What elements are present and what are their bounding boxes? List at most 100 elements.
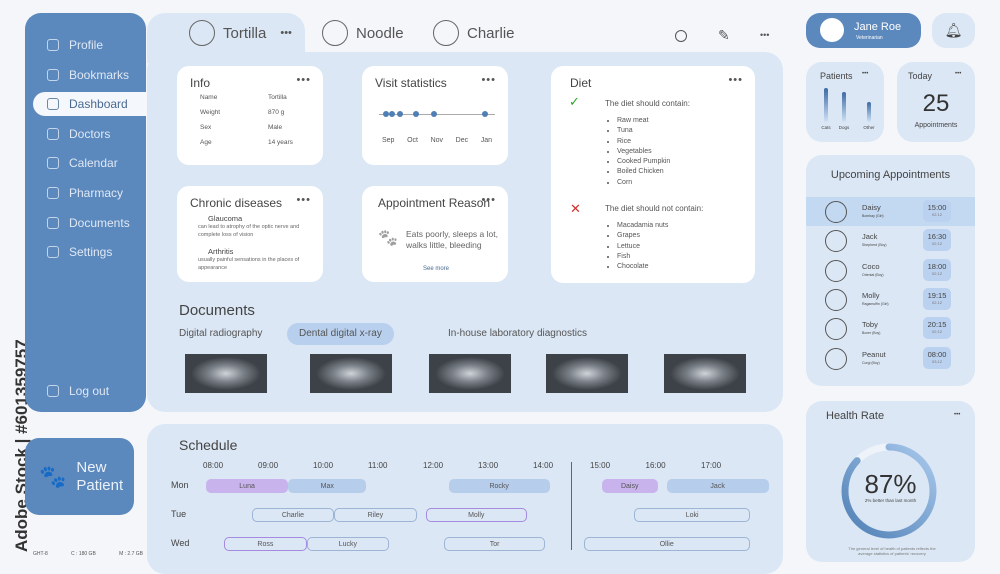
appointment-time: 16:30 02.12 <box>923 229 951 252</box>
appointment-time: 08:00 03.12 <box>923 346 951 369</box>
more-icon[interactable]: ••• <box>296 194 311 206</box>
xray-thumbnail[interactable] <box>310 354 392 393</box>
xray-thumbnail[interactable] <box>664 354 746 393</box>
bookmark-icon <box>47 68 59 81</box>
more-icon[interactable]: ••• <box>862 71 868 77</box>
schedule-event[interactable]: Molly <box>425 508 527 522</box>
appointment-item[interactable]: Peanut Corgi (Boy) 08:00 03.12 <box>806 344 975 373</box>
new-patient-button[interactable]: 🐾 New Patient <box>25 438 134 515</box>
pet-icon <box>825 318 847 341</box>
info-row: Sex Male <box>200 124 283 131</box>
appointment-item[interactable]: Molly Ragamuffin (Girl) 19:15 02.12 <box>806 285 975 314</box>
diet-item: Grapes <box>617 231 668 241</box>
see-more-link[interactable]: See more <box>423 266 449 272</box>
user-profile-button[interactable]: Jane Roe Veterinarian <box>806 13 921 48</box>
day-label: Mon <box>171 480 189 490</box>
schedule-event[interactable]: Jack <box>666 479 769 493</box>
more-icon[interactable]: ••• <box>955 71 961 77</box>
schedule-event[interactable]: Lucky <box>306 537 390 551</box>
pet-icon <box>825 230 847 253</box>
diet-item: Boiled Chicken <box>617 167 670 177</box>
tab-tortilla[interactable]: Tortilla ••• <box>189 20 292 46</box>
xray-thumbnail[interactable] <box>429 354 511 393</box>
more-icon[interactable]: ••• <box>954 412 960 418</box>
schedule-event[interactable]: Daisy <box>602 479 658 493</box>
user-icon <box>47 39 59 51</box>
time-label: 10:00 <box>313 461 334 470</box>
doctor-icon <box>47 127 59 140</box>
search-icon[interactable] <box>675 30 687 42</box>
check-icon: ✓ <box>569 94 580 109</box>
schedule-event[interactable]: Ross <box>224 537 307 551</box>
schedule-event[interactable]: Max <box>288 479 367 493</box>
time-label: 12:00 <box>423 461 444 470</box>
logout-icon <box>47 385 59 397</box>
notifications-button[interactable]: 🔔︎ <box>932 13 975 48</box>
time-label: 11:00 <box>368 461 388 470</box>
sidebar-item-dashboard[interactable]: Dashboard <box>33 92 146 117</box>
dog-icon <box>322 20 348 46</box>
tab-charlie[interactable]: Charlie <box>433 20 515 46</box>
visit-dot <box>413 111 419 117</box>
appointment-item[interactable]: Toby Boxer (Boy) 20:15 02.12 <box>806 314 975 343</box>
sidebar-item-pharmacy[interactable]: Pharmacy <box>33 181 146 205</box>
schedule-event[interactable]: Riley <box>334 508 417 522</box>
sidebar-item-profile[interactable]: Profile <box>33 33 146 57</box>
info-row: Age 14 years <box>200 139 293 146</box>
disease-item: Glaucoma can lead to atrophy of the optic… <box>198 214 300 238</box>
document-tab[interactable]: In-house laboratory diagnostics <box>448 323 587 345</box>
chronic-diseases-card: Chronic diseases ••• Glaucoma can lead to … <box>177 186 323 282</box>
more-icon[interactable]: ••• <box>481 74 496 86</box>
paw-icon: 🐾 <box>378 230 398 247</box>
documents-title: Documents <box>179 302 255 319</box>
patients-card: Patients ••• Cats Dogs Other <box>806 62 884 142</box>
pet-icon <box>825 288 847 311</box>
appointment-item[interactable]: Coco Oriental (Boy) 18:00 02.12 <box>806 256 975 285</box>
appointment-item[interactable]: Daisy Bombay (Girl) 15:00 02.12 <box>806 197 975 226</box>
schedule-event[interactable]: Loki <box>634 508 750 522</box>
schedule-event[interactable]: Tor <box>444 537 545 551</box>
sidebar-item-bookmarks[interactable]: Bookmarks <box>33 63 146 87</box>
paw-icon: 🐾 <box>39 463 67 489</box>
today-card: Today ••• 25 Appointments <box>897 62 975 142</box>
sidebar-item-calendar[interactable]: Calendar <box>33 151 146 175</box>
patient-bar <box>824 88 828 122</box>
day-label: Wed <box>171 538 190 548</box>
schedule-event[interactable]: Rocky <box>448 479 550 493</box>
more-icon[interactable]: ••• <box>481 194 496 206</box>
logout-button[interactable]: Log out <box>33 379 146 403</box>
more-icon[interactable]: ••• <box>760 30 769 40</box>
edit-icon[interactable]: ✎ <box>718 27 730 44</box>
xray-thumbnail[interactable] <box>185 354 267 393</box>
time-label: 09:00 <box>258 461 279 470</box>
more-icon[interactable]: ••• <box>296 74 311 86</box>
more-icon[interactable]: ••• <box>280 27 292 39</box>
sidebar-item-settings[interactable]: Settings <box>33 240 146 264</box>
diet-item: Corn <box>617 178 670 188</box>
document-tab[interactable]: Digital radiography <box>179 323 262 345</box>
appointment-time: 20:15 02.12 <box>923 317 951 340</box>
pet-icon <box>825 259 847 282</box>
info-row: Name Tortilla <box>200 94 287 101</box>
pet-icon <box>825 201 847 223</box>
diet-card: Diet••• ✓ The diet should contain: Raw m… <box>551 66 755 283</box>
time-label: 17:00 <box>701 461 722 470</box>
info-card: Info ••• Name Tortilla Weight 870 g Sex Male Ag… <box>177 66 323 165</box>
schedule-event[interactable]: Charlie <box>251 508 335 522</box>
appointment-item[interactable]: Jack Shepherd (Boy) 16:30 02.12 <box>806 226 975 255</box>
more-icon[interactable]: ••• <box>728 74 743 86</box>
schedule-event[interactable]: Luna <box>205 479 289 493</box>
document-tab[interactable]: Dental digital x-ray <box>287 323 394 345</box>
diet-item: Rice <box>617 137 670 147</box>
disease-item: Arthritis usually painful sensations in t… <box>198 247 300 271</box>
tab-noodle[interactable]: Noodle <box>322 20 404 46</box>
day-label: Tue <box>171 509 187 519</box>
sidebar-item-documents[interactable]: Documents <box>33 211 146 235</box>
avatar <box>820 18 844 42</box>
diet-item: Fish <box>617 252 668 262</box>
visit-dot <box>389 111 395 117</box>
sidebar-item-doctors[interactable]: Doctors <box>33 122 146 146</box>
visit-dot <box>431 111 437 117</box>
schedule-event[interactable]: Ollie <box>583 537 750 551</box>
xray-thumbnail[interactable] <box>546 354 628 393</box>
